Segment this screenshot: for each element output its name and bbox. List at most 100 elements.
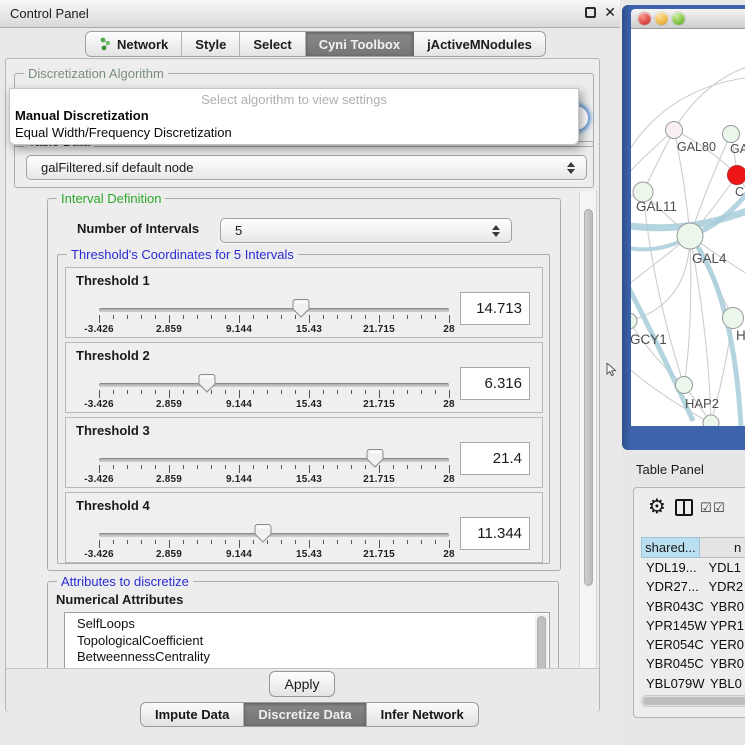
- table-row[interactable]: YDR27...YDR2: [641, 577, 745, 596]
- checkbox-icon[interactable]: ☑: [713, 502, 725, 513]
- table-cell: YBR0: [702, 654, 745, 673]
- axis-tick-label: 28: [421, 324, 477, 335]
- table-row[interactable]: YBR045CYBR0: [641, 654, 745, 673]
- table-row[interactable]: YER054CYER0: [641, 635, 745, 654]
- network-node[interactable]: [677, 223, 703, 249]
- threshold-value-field[interactable]: 6.316: [460, 367, 530, 400]
- tab-label: Select: [253, 37, 291, 52]
- column-header[interactable]: shared...: [641, 537, 700, 558]
- cyni-toolbox-panel: Discretization Algorithm Select algorith…: [5, 58, 600, 712]
- scrollbar-thumb[interactable]: [584, 209, 593, 586]
- axis-tick-label: 15.43: [281, 549, 337, 560]
- number-of-intervals-select[interactable]: 5: [220, 218, 512, 243]
- threshold-label: Threshold 3: [76, 423, 150, 438]
- threshold-value-field[interactable]: 11.344: [460, 517, 530, 550]
- table-row[interactable]: YDL19...YDL1: [641, 558, 745, 577]
- network-node[interactable]: [631, 313, 637, 329]
- tab-impute-data[interactable]: Impute Data: [141, 703, 244, 726]
- list-item[interactable]: BetweennessCentrality: [65, 649, 549, 666]
- close-icon[interactable]: ✕: [604, 4, 616, 21]
- threshold-row: Threshold 4-3.4262.8599.14415.4321.71528…: [65, 492, 543, 563]
- float-window-icon[interactable]: [585, 7, 596, 18]
- network-node[interactable]: [728, 166, 745, 185]
- table-cell: YDR2: [700, 577, 745, 596]
- node-label: HAP2: [685, 396, 719, 411]
- columns-icon[interactable]: [675, 499, 693, 516]
- node-label: GAL80: [677, 140, 716, 154]
- threshold-value-field[interactable]: 14.713: [460, 292, 530, 325]
- table-data-select[interactable]: galFiltered.sif default node: [26, 155, 587, 180]
- control-panel-titlebar: Control Panel ✕: [0, 0, 620, 28]
- threshold-row: Threshold 1-3.4262.8599.14415.4321.71528…: [65, 267, 543, 338]
- table-cell: YBR0: [702, 597, 745, 616]
- tab-style[interactable]: Style: [182, 32, 240, 56]
- network-node[interactable]: [666, 122, 683, 139]
- group-title: Attributes to discretize: [57, 574, 193, 589]
- axis-tick-label: 15.43: [281, 474, 337, 485]
- tab-label: Impute Data: [155, 707, 229, 722]
- axis-tick-label: 2.859: [141, 549, 197, 560]
- checkbox-icon[interactable]: ☑: [700, 502, 712, 513]
- tab-discretize-data[interactable]: Discretize Data: [244, 703, 366, 726]
- node-label: GCY1: [631, 332, 667, 347]
- table-hscrollbar[interactable]: [641, 695, 745, 707]
- threshold-label: Threshold 2: [76, 348, 150, 363]
- mouse-cursor: [606, 363, 618, 377]
- gear-icon[interactable]: ⚙: [648, 494, 666, 519]
- table-header-row: shared...n: [641, 537, 745, 558]
- network-canvas[interactable]: GAL80GACGAL11GAL4GCY1HHAP2: [631, 29, 745, 426]
- axis-tick-label: -3.426: [71, 324, 127, 335]
- table-cell: YBL079W: [641, 674, 702, 693]
- tab-select[interactable]: Select: [240, 32, 305, 56]
- tab-cyni-toolbox[interactable]: Cyni Toolbox: [306, 32, 414, 56]
- table-cell: YPR1: [702, 616, 745, 635]
- column-header[interactable]: n: [700, 537, 745, 558]
- slider-track[interactable]: [99, 383, 449, 387]
- node-label: GAL4: [692, 251, 727, 266]
- network-node[interactable]: [676, 377, 693, 394]
- dropdown-option[interactable]: Equal Width/Frequency Discretization: [15, 125, 232, 140]
- slider-track[interactable]: [99, 533, 449, 537]
- node-label: C: [735, 185, 744, 199]
- dropdown-option[interactable]: Manual Discretization: [15, 108, 149, 123]
- panel-scrollbar[interactable]: [579, 191, 597, 668]
- axis-tick-label: 28: [421, 549, 477, 560]
- network-node[interactable]: [723, 308, 744, 329]
- network-node[interactable]: [703, 415, 719, 426]
- table-cell: YER054C: [641, 635, 702, 654]
- table-row[interactable]: YIL052CYIL0: [641, 712, 745, 718]
- slider-track[interactable]: [99, 458, 449, 462]
- node-table[interactable]: shared...nYDL19...YDL1YDR27...YDR2YBR043…: [641, 537, 745, 718]
- axis-tick-label: 2.859: [141, 399, 197, 410]
- table-row[interactable]: YBR043CYBR0: [641, 597, 745, 616]
- network-node[interactable]: [723, 126, 740, 143]
- close-traffic-light-icon[interactable]: [638, 12, 651, 25]
- minimize-traffic-light-icon[interactable]: [655, 12, 668, 25]
- threshold-value-field[interactable]: 21.4: [460, 442, 530, 475]
- numerical-attributes-list[interactable]: SelfLoopsTopologicalCoefficientBetweenne…: [64, 612, 550, 668]
- slider-track[interactable]: [99, 308, 449, 312]
- network-graph: GAL80GACGAL11GAL4GCY1HHAP2: [631, 29, 745, 426]
- list-item[interactable]: TopologicalCoefficient: [65, 633, 549, 650]
- threshold-row: Threshold 3-3.4262.8599.14415.4321.71528…: [65, 417, 543, 488]
- apply-button[interactable]: Apply: [269, 671, 335, 697]
- table-row[interactable]: YPR145WYPR1: [641, 616, 745, 635]
- slider-ticks: [99, 315, 449, 324]
- table-data-value: galFiltered.sif default node: [41, 160, 193, 175]
- tab-label: jActiveMNodules: [427, 37, 532, 52]
- axis-tick-label: 9.144: [211, 324, 267, 335]
- tab-infer-network[interactable]: Infer Network: [367, 703, 478, 726]
- axis-tick-label: 15.43: [281, 324, 337, 335]
- axis-tick-label: -3.426: [71, 399, 127, 410]
- scrollbar-thumb[interactable]: [643, 697, 745, 705]
- table-row[interactable]: YBL079WYBL0: [641, 674, 745, 693]
- tab-jactivemnodules[interactable]: jActiveMNodules: [414, 32, 545, 56]
- tab-network[interactable]: Network: [86, 32, 182, 56]
- list-item[interactable]: SelfLoops: [65, 616, 549, 633]
- zoom-traffic-light-icon[interactable]: [672, 12, 685, 25]
- axis-tick-label: 9.144: [211, 474, 267, 485]
- axis-tick-label: 21.715: [351, 549, 407, 560]
- axis-tick-label: 9.144: [211, 399, 267, 410]
- list-scrollbar[interactable]: [535, 614, 548, 668]
- axis-tick-label: 21.715: [351, 399, 407, 410]
